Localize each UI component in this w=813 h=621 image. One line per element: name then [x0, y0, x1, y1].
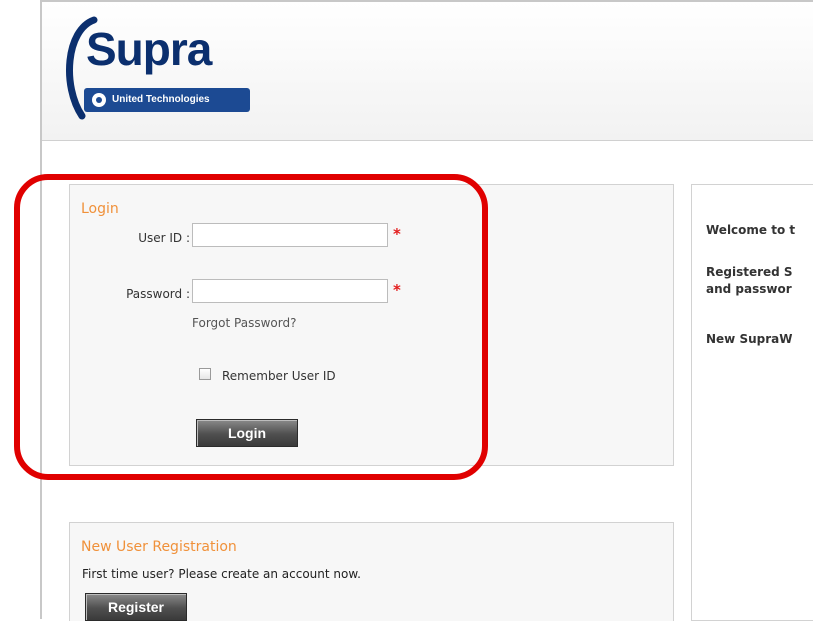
password-required-mark: * [393, 281, 401, 299]
registration-panel: New User Registration First time user? P… [69, 522, 674, 621]
login-button[interactable]: Login [196, 419, 298, 447]
header: Supra United Technologies [42, 2, 813, 141]
registration-description: First time user? Please create an accoun… [82, 567, 361, 581]
logo-tagline: United Technologies [84, 88, 250, 112]
page-frame: Supra United Technologies Login User ID … [40, 0, 813, 621]
user-id-input[interactable] [192, 223, 388, 247]
password-label: Password : [126, 287, 190, 301]
forgot-password-link[interactable]: Forgot Password? [192, 316, 296, 330]
logo-wordmark: Supra [86, 23, 212, 75]
registered-users-text: Registered S [706, 265, 793, 279]
welcome-heading: Welcome to t [706, 223, 796, 237]
login-title: Login [81, 201, 119, 217]
user-id-required-mark: * [393, 225, 401, 243]
new-supraweb-text: New SupraW [706, 332, 793, 346]
utc-icon [92, 93, 106, 107]
logo-tagline-text: United Technologies [112, 94, 210, 105]
welcome-panel: Welcome to t Registered S and passwor Ne… [691, 184, 813, 621]
login-panel: Login User ID : * Password : * Forgot Pa… [69, 184, 674, 466]
password-input[interactable] [192, 279, 388, 303]
register-button[interactable]: Register [85, 593, 187, 621]
supra-logo[interactable]: Supra United Technologies [60, 16, 250, 122]
remember-user-id-label: Remember User ID [222, 369, 336, 383]
user-id-label: User ID : [138, 231, 190, 245]
registered-users-text-2: and passwor [706, 282, 792, 296]
registration-title: New User Registration [81, 539, 237, 555]
remember-user-id-checkbox[interactable] [199, 368, 211, 380]
